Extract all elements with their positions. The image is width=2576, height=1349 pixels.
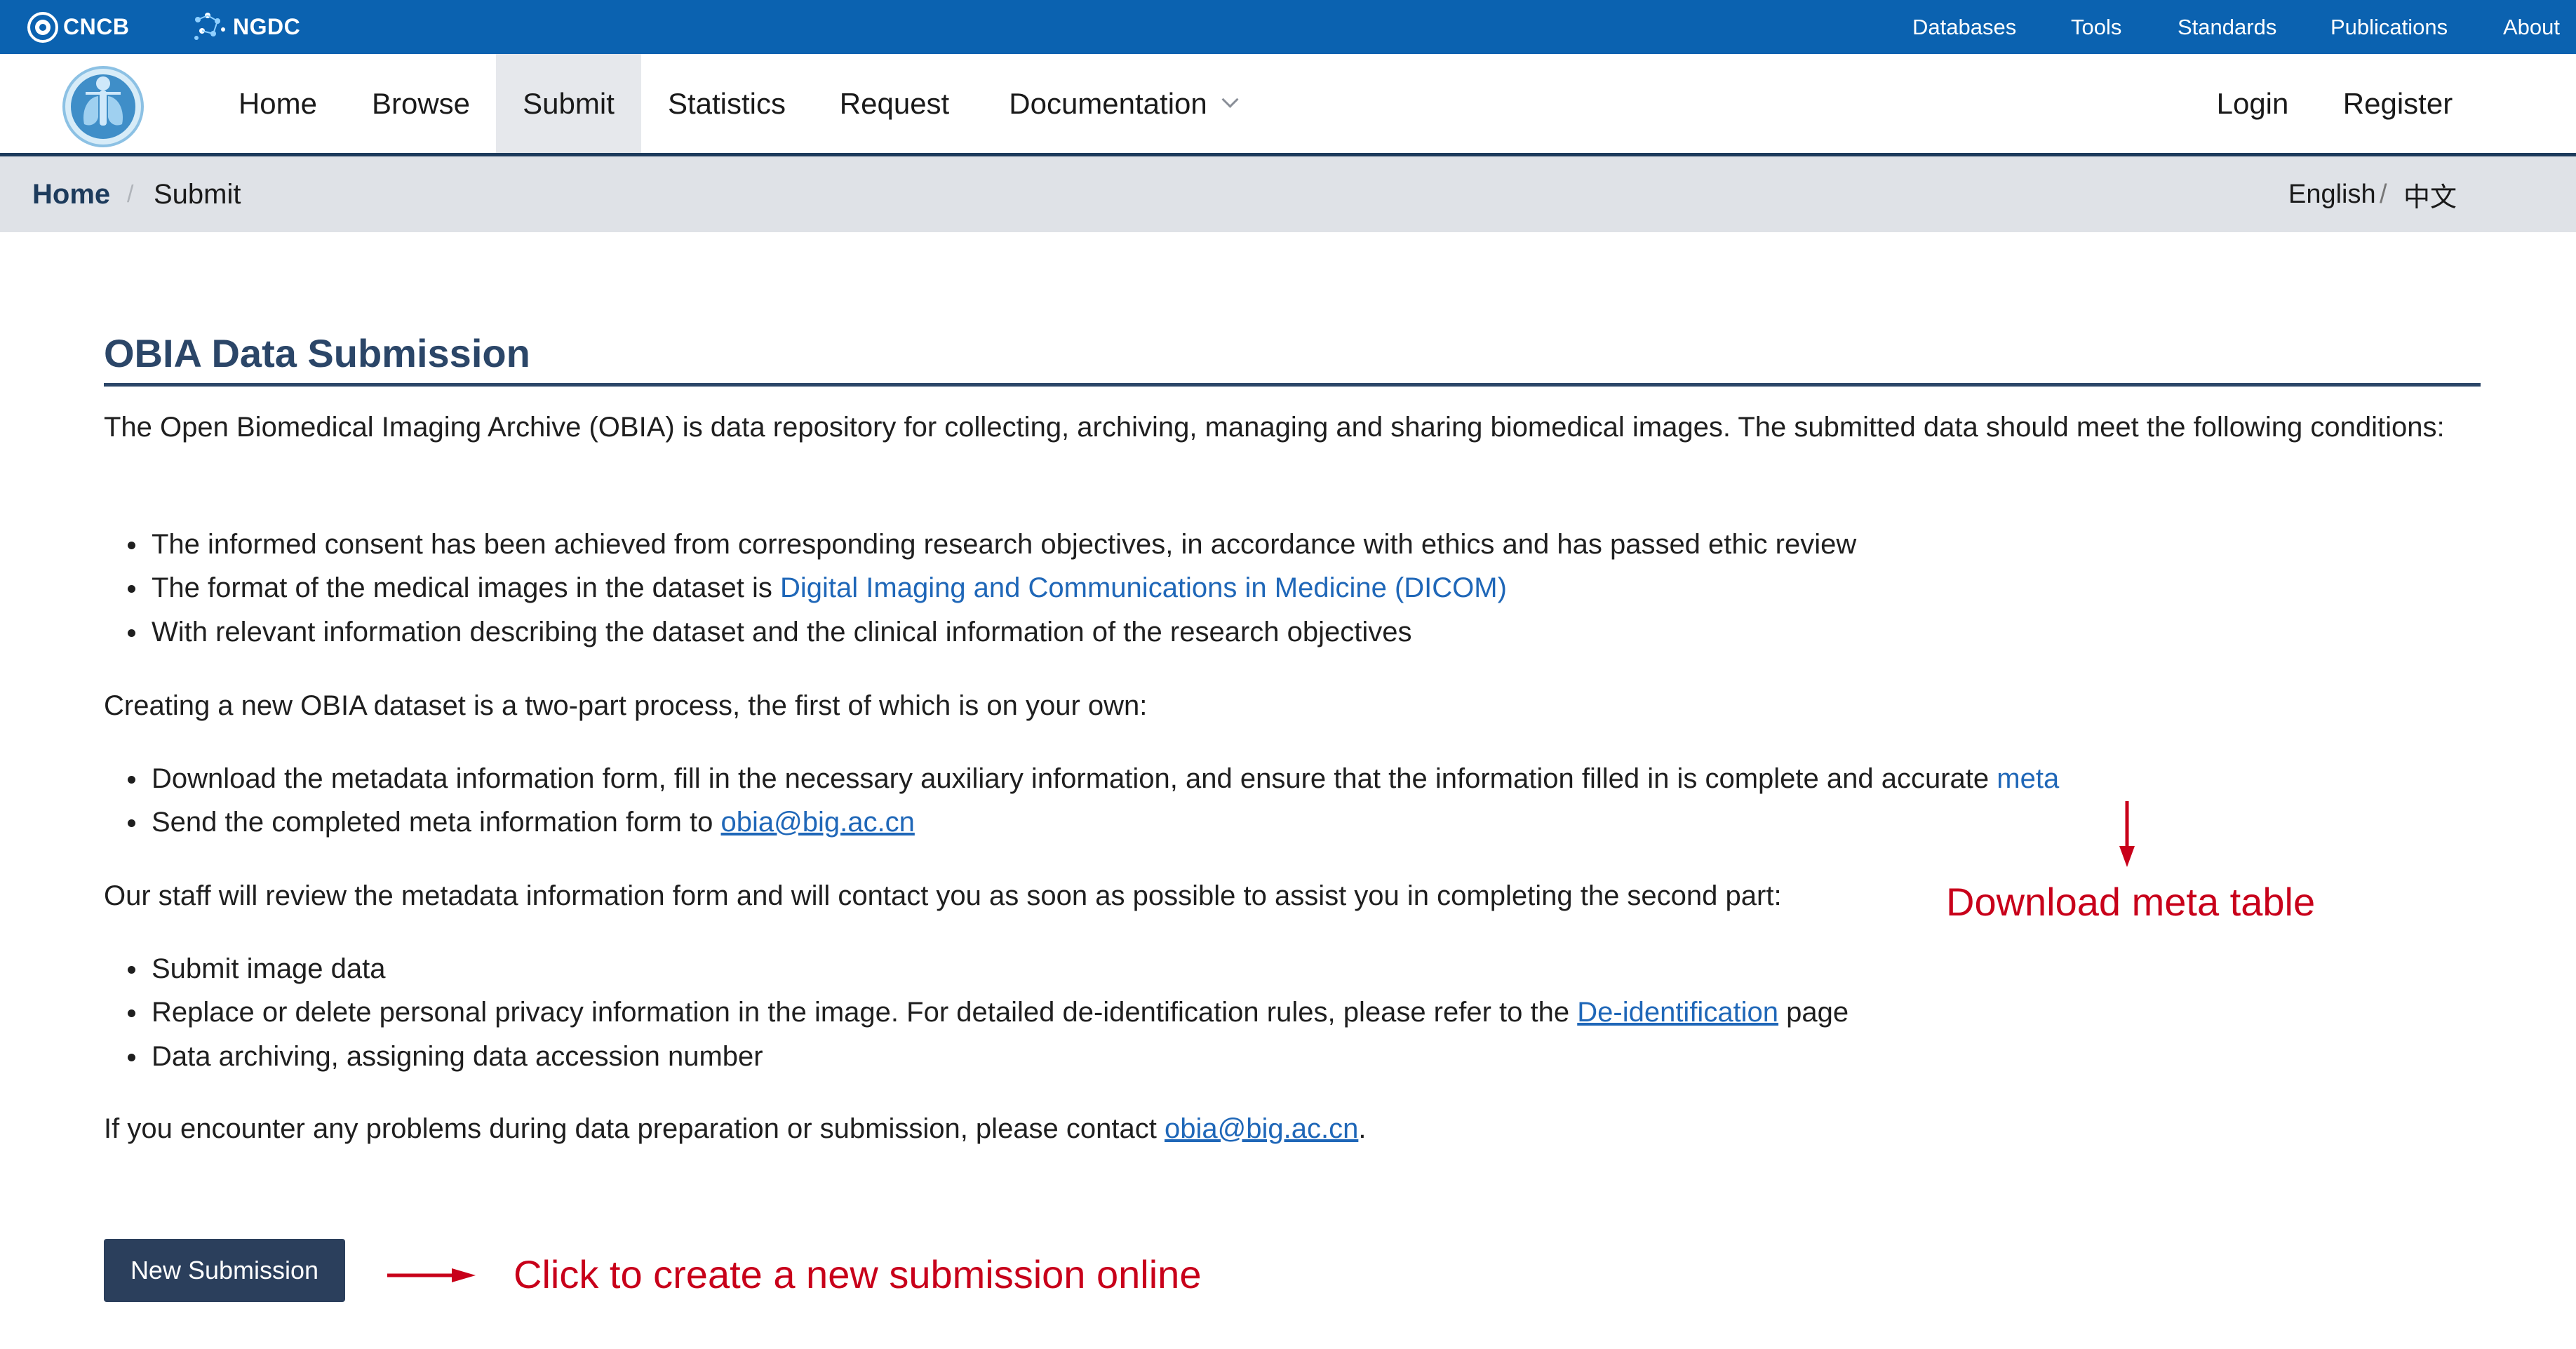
intro-paragraph: The Open Biomedical Imaging Archive (OBI… xyxy=(104,412,2445,443)
title-divider xyxy=(104,383,2481,387)
ngdc-brand[interactable]: NGDC xyxy=(191,0,300,54)
create-submission-annotation: Click to create a new submission online xyxy=(514,1252,1202,1296)
part1-item: Download the metadata information form, … xyxy=(127,757,2059,800)
register-link[interactable]: Register xyxy=(2328,54,2468,153)
breadcrumb-separator: / xyxy=(127,180,134,208)
contact-paragraph: If you encounter any problems during dat… xyxy=(104,1107,2489,1150)
ngdc-logo-icon xyxy=(194,12,225,40)
lang-separator: / xyxy=(2380,179,2387,209)
cncb-logo-icon xyxy=(27,11,58,43)
dicom-link[interactable]: Digital Imaging and Communications in Me… xyxy=(780,572,1507,603)
new-submission-button[interactable]: New Submission xyxy=(104,1239,345,1302)
topnav-standards[interactable]: Standards xyxy=(2178,0,2276,54)
condition-text: The format of the medical images in the … xyxy=(152,572,780,603)
part2-item: Submit image data xyxy=(128,947,386,991)
contact-suffix: . xyxy=(1358,1113,1367,1144)
ngdc-label: NGDC xyxy=(233,14,301,39)
meta-download-link[interactable]: meta xyxy=(1997,763,2059,794)
chevron-down-icon xyxy=(1221,90,1239,108)
part2-item: Data archiving, assigning data accession… xyxy=(128,1035,763,1078)
arrow-right-icon xyxy=(387,1268,476,1282)
part1-text: Download the metadata information form, … xyxy=(152,763,1997,794)
top-bar: CNCB NGDC Databases Tools Standards Publ… xyxy=(0,0,2576,54)
topnav-tools[interactable]: Tools xyxy=(2071,0,2121,54)
login-link[interactable]: Login xyxy=(2200,54,2305,153)
part1-text: Send the completed meta information form… xyxy=(152,807,721,838)
lang-english[interactable]: English xyxy=(2288,156,2376,232)
breadcrumb-home[interactable]: Home xyxy=(32,156,110,232)
lung-scan-logo-icon[interactable] xyxy=(62,65,145,148)
cncb-label: CNCB xyxy=(63,14,130,39)
nav-submit[interactable]: Submit xyxy=(496,54,641,153)
contact-text: If you encounter any problems during dat… xyxy=(104,1113,1165,1144)
topnav-databases[interactable]: Databases xyxy=(1912,0,2016,54)
breadcrumb: Home / Submit English / 中文 xyxy=(0,156,2576,232)
topnav-about[interactable]: About xyxy=(2503,0,2560,54)
nav-browse[interactable]: Browse xyxy=(352,54,490,153)
breadcrumb-current: Submit xyxy=(154,178,241,210)
lang-chinese[interactable]: 中文 xyxy=(2403,156,2457,232)
part2-suffix: page xyxy=(1778,997,1849,1028)
part1-item: Send the completed meta information form… xyxy=(128,800,915,844)
download-meta-annotation: Download meta table xyxy=(1946,880,2316,924)
part2-item: Replace or delete personal privacy infor… xyxy=(127,991,1849,1034)
condition-item: The format of the medical images in the … xyxy=(128,566,1507,610)
contact-email-link[interactable]: obia@big.ac.cn xyxy=(1165,1113,1358,1144)
deidentification-link[interactable]: De-identification xyxy=(1577,997,1778,1028)
nav-home[interactable]: Home xyxy=(215,54,341,153)
main-nav: Home Browse Submit Statistics Request Do… xyxy=(0,54,2576,156)
email-link[interactable]: obia@big.ac.cn xyxy=(721,807,915,838)
page-title: OBIA Data Submission xyxy=(104,331,530,375)
part2-text: Replace or delete personal privacy infor… xyxy=(152,997,1578,1028)
nav-documentation-label: Documentation xyxy=(1009,86,1207,120)
condition-item: With relevant information describing the… xyxy=(128,610,1412,654)
nav-documentation[interactable]: Documentation xyxy=(989,54,1256,153)
part2-intro: Our staff will review the metadata infor… xyxy=(104,880,1782,911)
nav-statistics[interactable]: Statistics xyxy=(652,54,801,153)
part1-intro: Creating a new OBIA dataset is a two-par… xyxy=(104,690,1148,721)
condition-item: The informed consent has been achieved f… xyxy=(127,523,1856,566)
topnav-publications[interactable]: Publications xyxy=(2330,0,2448,54)
cncb-brand[interactable]: CNCB xyxy=(27,0,129,54)
nav-request[interactable]: Request xyxy=(821,54,968,153)
arrow-down-icon xyxy=(2119,801,2135,867)
